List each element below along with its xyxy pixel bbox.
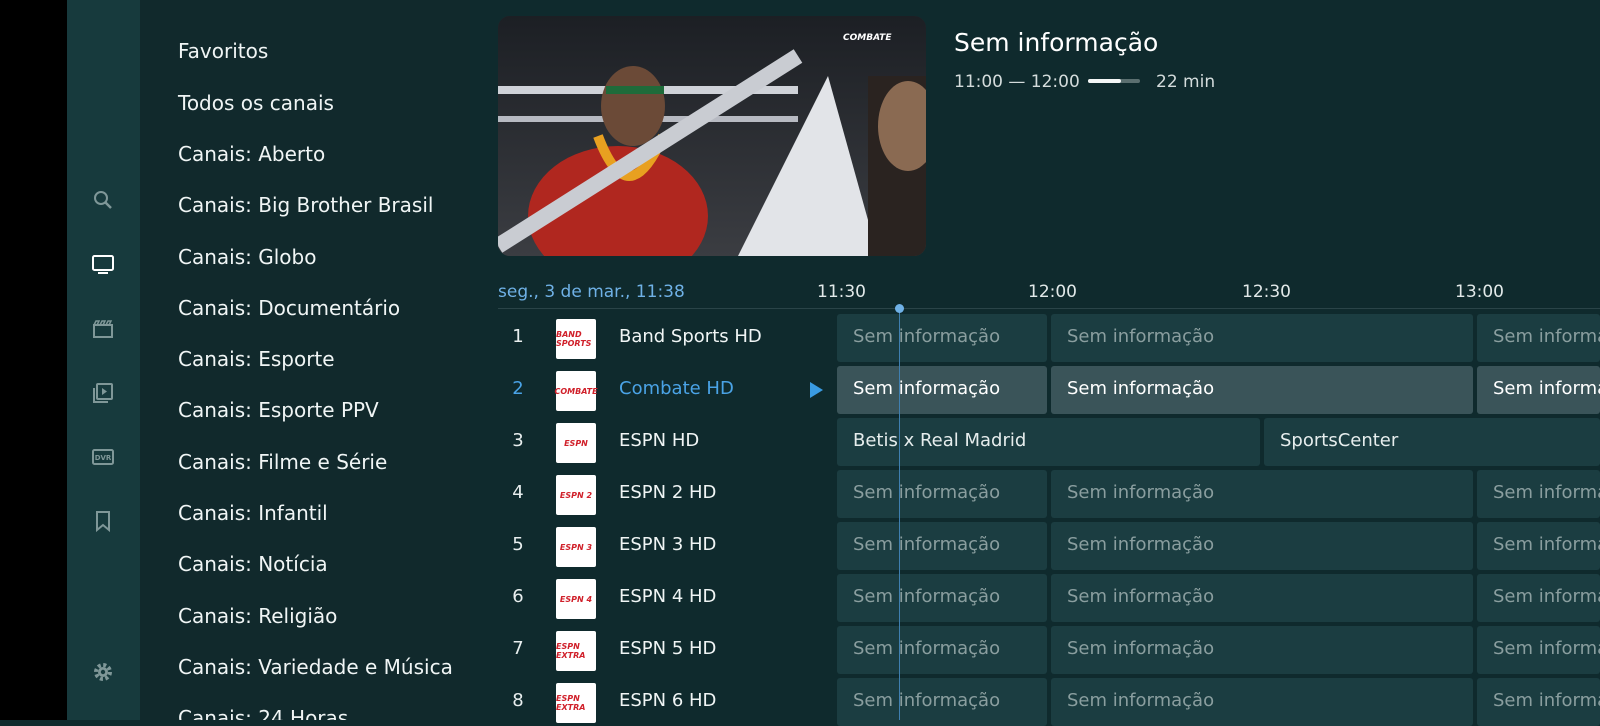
program-cell[interactable]: Sem informação: [837, 574, 1047, 622]
svg-text:COMBATE: COMBATE: [843, 33, 892, 43]
program-cell[interactable]: Sem informação: [1051, 522, 1473, 570]
channel-logo: ESPN EXTRA: [556, 631, 596, 671]
channel-row[interactable]: 1 BAND SPORTS Band Sports HD Sem informa…: [498, 314, 1600, 362]
tv-icon[interactable]: [89, 250, 117, 278]
category-item[interactable]: Canais: Globo: [178, 245, 316, 269]
channel-name: ESPN 6 HD: [619, 690, 717, 711]
channel-logo: ESPN: [556, 423, 596, 463]
channel-name: ESPN HD: [619, 430, 700, 451]
channel-row[interactable]: 4 ESPN 2 ESPN 2 HD Sem informação Sem in…: [498, 470, 1600, 518]
category-item[interactable]: Canais: Notícia: [178, 552, 328, 576]
movie-icon[interactable]: [89, 315, 117, 343]
program-cell[interactable]: Sem informação: [1477, 366, 1600, 414]
channel-logo: ESPN 4: [556, 579, 596, 619]
category-item[interactable]: Canais: Big Brother Brasil: [178, 193, 433, 217]
program-cell[interactable]: Sem informação: [837, 314, 1047, 362]
category-item[interactable]: Canais: Religião: [178, 604, 337, 628]
program-cell[interactable]: Sem informação: [837, 522, 1047, 570]
channel-logo: ESPN 2: [556, 475, 596, 515]
channel-name: Combate HD: [619, 378, 734, 399]
channel-number: 1: [512, 326, 524, 347]
dvr-icon[interactable]: DVR: [89, 443, 117, 471]
program-progress-bar: [1088, 79, 1140, 83]
channel-number: 8: [512, 690, 524, 711]
program-cell[interactable]: Sem informação: [1051, 574, 1473, 622]
channel-name: ESPN 5 HD: [619, 638, 717, 659]
program-cell[interactable]: Sem informação: [1051, 678, 1473, 726]
current-datetime: seg., 3 de mar., 11:38: [498, 282, 685, 302]
channel-row[interactable]: 7 ESPN EXTRA ESPN 5 HD Sem informação Se…: [498, 626, 1600, 674]
time-tick: 11:30: [817, 282, 866, 302]
play-icon[interactable]: [810, 382, 823, 398]
program-cell[interactable]: Sem informação: [1477, 678, 1600, 726]
channel-number: 3: [512, 430, 524, 451]
category-item[interactable]: Favoritos: [178, 39, 268, 63]
program-cell[interactable]: Sem informação: [1477, 626, 1600, 674]
program-cell[interactable]: Sem informação: [1477, 314, 1600, 362]
channel-number: 4: [512, 482, 524, 503]
time-tick: 12:30: [1242, 282, 1291, 302]
timeline-divider: [498, 308, 1600, 309]
program-cell[interactable]: Sem informação: [837, 626, 1047, 674]
category-item[interactable]: Canais: Aberto: [178, 142, 325, 166]
program-cell[interactable]: Betis x Real Madrid: [837, 418, 1260, 466]
program-cell[interactable]: Sem informação: [1477, 470, 1600, 518]
channel-logo: ESPN EXTRA: [556, 683, 596, 723]
channel-number: 5: [512, 534, 524, 555]
video-library-icon[interactable]: [89, 379, 117, 407]
program-cell[interactable]: Sem informação: [1051, 366, 1473, 414]
category-item[interactable]: Todos os canais: [178, 91, 334, 115]
channel-row[interactable]: 5 ESPN 3 ESPN 3 HD Sem informação Sem in…: [498, 522, 1600, 570]
category-list: Favoritos Todos os canais Canais: Aberto…: [140, 0, 470, 720]
program-cell[interactable]: Sem informação: [1477, 574, 1600, 622]
category-item[interactable]: Canais: Esporte PPV: [178, 398, 379, 422]
category-item[interactable]: Canais: Filme e Série: [178, 450, 387, 474]
channel-row[interactable]: 6 ESPN 4 ESPN 4 HD Sem informação Sem in…: [498, 574, 1600, 622]
category-item[interactable]: Canais: Variedade e Música: [178, 655, 453, 679]
channel-name: Band Sports HD: [619, 326, 762, 347]
program-cell[interactable]: Sem informação: [1051, 470, 1473, 518]
channel-row[interactable]: 3 ESPN ESPN HD Betis x Real Madrid Sport…: [498, 418, 1600, 466]
channel-name: ESPN 4 HD: [619, 586, 717, 607]
time-tick: 12:00: [1028, 282, 1077, 302]
search-icon[interactable]: [89, 186, 117, 214]
channel-name: ESPN 3 HD: [619, 534, 717, 555]
program-time-range: 11:00 — 12:00: [954, 72, 1080, 92]
gear-icon[interactable]: [89, 658, 117, 686]
bookmark-icon[interactable]: [89, 507, 117, 535]
program-cell[interactable]: SportsCenter: [1264, 418, 1600, 466]
channel-row-selected[interactable]: 2 COMBATE Combate HD Sem informação Sem …: [498, 366, 1600, 414]
left-black-bar: [0, 0, 67, 720]
svg-text:DVR: DVR: [95, 454, 112, 462]
channel-number: 6: [512, 586, 524, 607]
category-item[interactable]: Canais: Esporte: [178, 347, 335, 371]
current-time-marker: [895, 304, 904, 313]
program-cell[interactable]: Sem informação: [837, 678, 1047, 726]
category-item[interactable]: Canais: Infantil: [178, 501, 328, 525]
program-remaining: 22 min: [1156, 72, 1216, 92]
program-cell[interactable]: Sem informação: [1051, 314, 1473, 362]
program-cell[interactable]: Sem informação: [837, 366, 1047, 414]
time-tick: 13:00: [1455, 282, 1504, 302]
program-cell[interactable]: Sem informação: [1051, 626, 1473, 674]
program-title: Sem informação: [954, 28, 1159, 57]
program-cell[interactable]: Sem informação: [1477, 522, 1600, 570]
category-item[interactable]: Canais: 24 Horas: [178, 706, 348, 720]
channel-row[interactable]: 8 ESPN EXTRA ESPN 6 HD Sem informação Se…: [498, 678, 1600, 726]
channel-name: ESPN 2 HD: [619, 482, 717, 503]
channel-number: 2: [512, 378, 524, 399]
channel-number: 7: [512, 638, 524, 659]
category-item[interactable]: Canais: Documentário: [178, 296, 400, 320]
icon-rail: DVR: [67, 0, 140, 720]
current-time-line: [899, 312, 900, 720]
video-preview[interactable]: COMBATE: [498, 16, 926, 256]
channel-logo: ESPN 3: [556, 527, 596, 567]
program-cell[interactable]: Sem informação: [837, 470, 1047, 518]
channel-logo: BAND SPORTS: [556, 319, 596, 359]
channel-logo: COMBATE: [554, 371, 598, 411]
